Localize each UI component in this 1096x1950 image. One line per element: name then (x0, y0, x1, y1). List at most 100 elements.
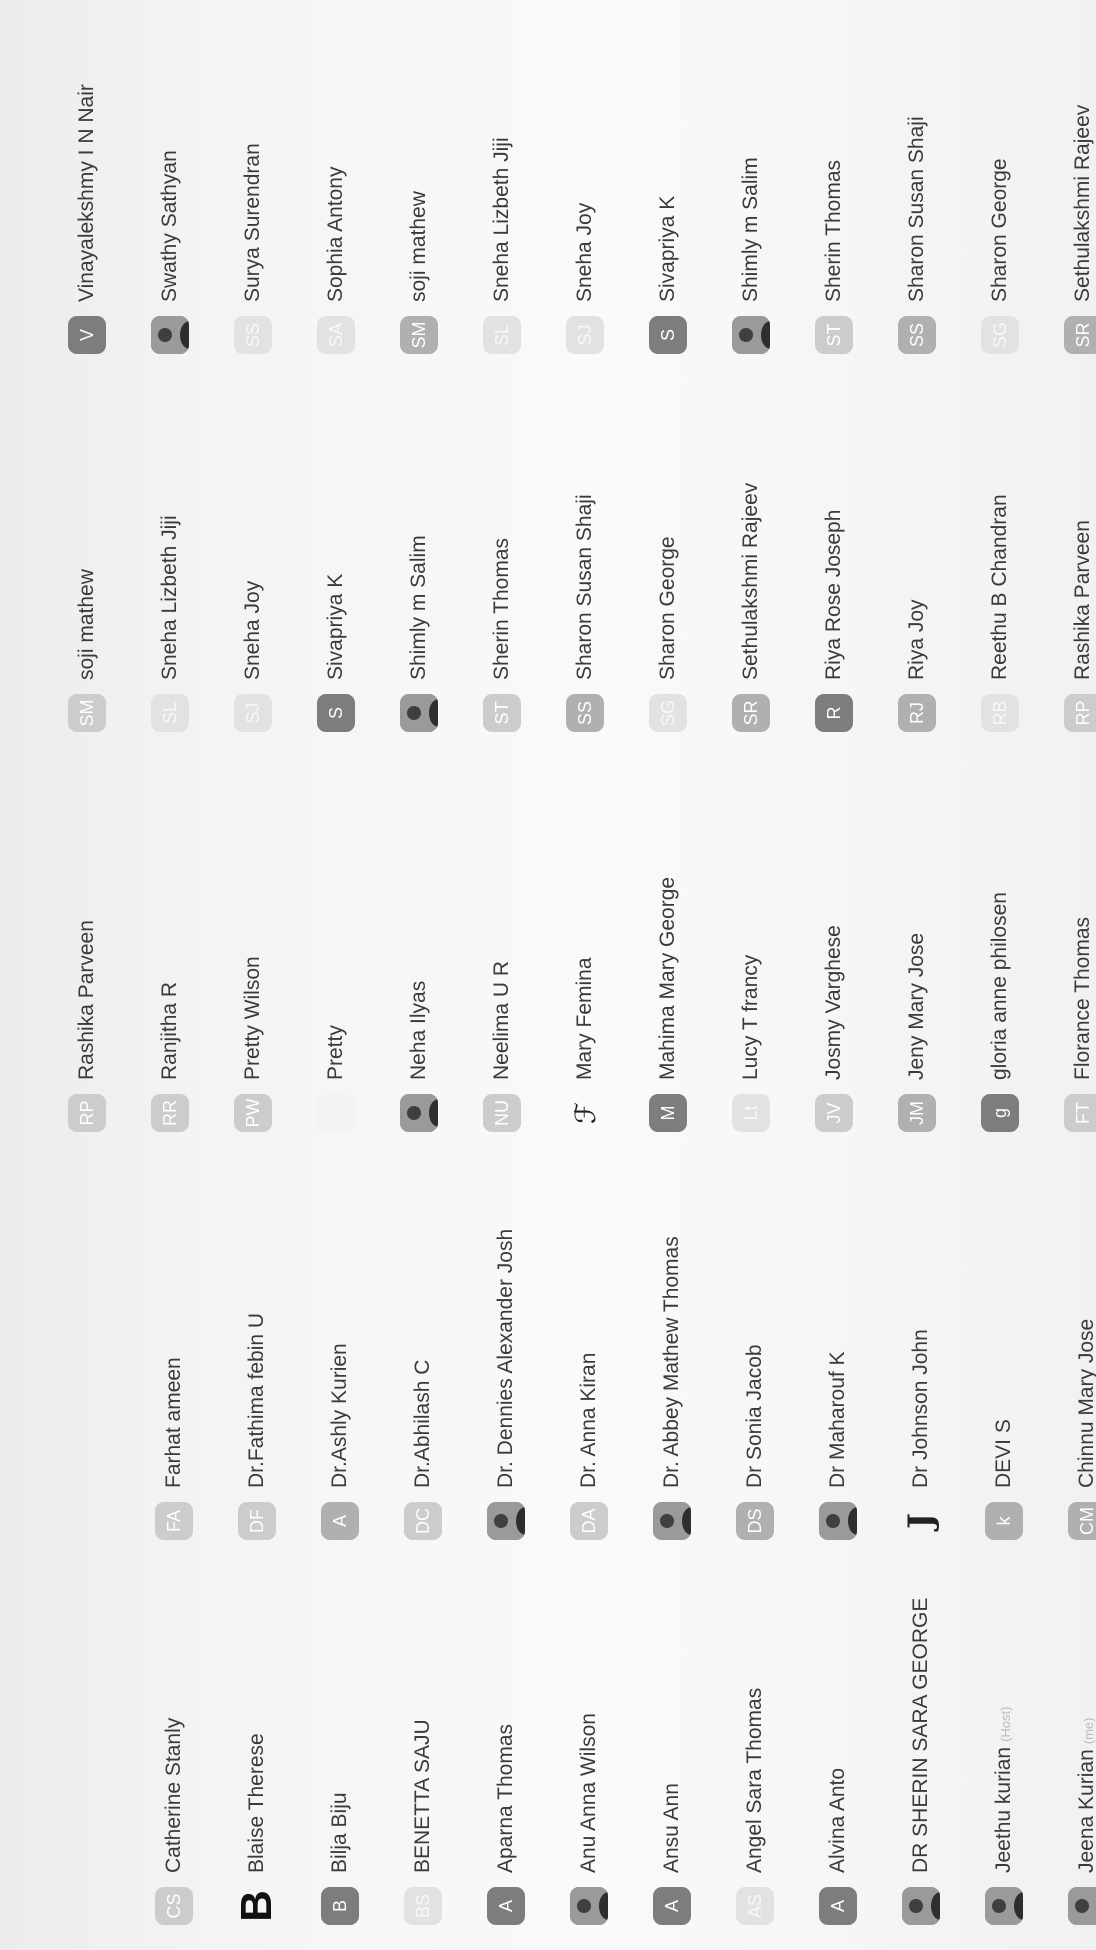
profile-photo-icon (400, 1094, 438, 1132)
participant-row[interactable]: SG Sharon George (979, 158, 1021, 354)
participant-name-text: Mahima Mary George (656, 876, 679, 1080)
participant-row[interactable]: B Bilja Biju (319, 1792, 361, 1925)
participant-row[interactable]: A Dr.Ashly Kurien (319, 1343, 361, 1540)
participant-row[interactable]: Pretty (315, 1025, 357, 1132)
participant-row[interactable]: RJ Riya Joy (896, 599, 938, 732)
participant-row[interactable]: ℱ Mary Femina (564, 957, 606, 1132)
participant-row[interactable]: SL Sneha Lizbeth Jiji (481, 137, 523, 354)
participant-row[interactable]: DS Dr Sonia Jacob (734, 1344, 776, 1540)
participant-row[interactable]: SS Surya Surendran (232, 143, 274, 354)
participant-row[interactable]: ST Sherin Thomas (481, 538, 523, 732)
participant-row[interactable]: JV Josmy Varghese (813, 925, 855, 1132)
participant-name: DR SHERIN SARA GEORGE (909, 1598, 933, 1873)
avatar: DS (736, 1502, 774, 1540)
participant-name-text: Neelima U R (490, 960, 513, 1080)
participant-row[interactable]: SJ Sneha Joy (232, 581, 274, 732)
participant-name-text: Dr. Dennies Alexander Josh (494, 1228, 517, 1488)
participant-row[interactable]: RP Rashika Parveen (1062, 520, 1096, 732)
participant-row[interactable]: NU Neelima U R (481, 961, 523, 1132)
participant-row[interactable]: DR SHERIN SARA GEORGE (900, 1598, 942, 1925)
participant-name-text: Aparna Thomas (494, 1723, 517, 1873)
participant-row[interactable]: k DEVI S (983, 1419, 1025, 1540)
profile-photo-icon (653, 1502, 691, 1540)
participant-name: Shimly m Salim (407, 535, 431, 680)
participant-row[interactable]: DA Dr. Anna Kiran (568, 1353, 610, 1540)
avatar: g (981, 1094, 1019, 1132)
participant-row[interactable]: FT Florance Thomas (1062, 917, 1096, 1132)
participant-row[interactable]: ST Sherin Thomas (813, 160, 855, 354)
participant-row[interactable]: A Ansu Ann (651, 1783, 693, 1925)
participant-row[interactable]: SR Sethulakshmi Rajeev (730, 483, 772, 732)
participant-row[interactable]: Lt Lucy T francy (730, 955, 772, 1132)
participant-name: Sneha Lizbeth Jiji (490, 137, 514, 302)
participant-row[interactable]: SS Sharon Susan Shaji (896, 116, 938, 354)
participant-row[interactable]: FA Farhat ameen (153, 1357, 195, 1540)
participant-row[interactable]: DC Dr.Abhilash C (402, 1360, 444, 1540)
avatar: A (819, 1887, 857, 1925)
participant-row[interactable]: SM soji mathew (398, 191, 440, 354)
participant-name-text: Surya Surendran (241, 143, 264, 302)
participant-row[interactable]: SL Sneha Lizbeth Jiji (149, 515, 191, 732)
participant-row[interactable]: PW Pretty Wilson (232, 956, 274, 1132)
participant-row[interactable]: SG Sharon George (647, 536, 689, 732)
participant-row[interactable]: Dr. Dennies Alexander Josh (485, 1229, 527, 1540)
participant-name-text: DR SHERIN SARA GEORGE (909, 1597, 932, 1873)
participant-row[interactable]: A Alvina Anto (817, 1768, 859, 1925)
participant-row[interactable]: AS Angel Sara Thomas (734, 1688, 776, 1925)
participant-row[interactable]: BS BENETTA SAJU (402, 1719, 444, 1925)
participant-row[interactable]: DF Dr.Fathima febin U (236, 1313, 278, 1540)
participant-row[interactable]: Shimly m Salim (398, 535, 440, 732)
participant-row[interactable]: SA Sophia Antony (315, 167, 357, 354)
participant-row[interactable]: JM Jeny Mary Jose (896, 933, 938, 1132)
participant-name-text: Angel Sara Thomas (743, 1687, 766, 1873)
participant-row[interactable]: J Dr Johnson John (900, 1329, 942, 1540)
participant-row[interactable]: SS Sharon Susan Shaji (564, 494, 606, 732)
participant-name-text: Dr. Anna Kiran (577, 1352, 600, 1488)
participant-row[interactable]: S Sivapriya K (647, 196, 689, 354)
participant-name-text: Catherine Stanly (162, 1717, 185, 1873)
participant-row[interactable]: RB Reethu B Chandran (979, 494, 1021, 732)
participant-row[interactable]: SJ Sneha Joy (564, 203, 606, 354)
participant-row[interactable]: A Aparna Thomas (485, 1724, 527, 1925)
participant-row[interactable]: Dr. Abbey Mathew Thomas (651, 1236, 693, 1540)
participant-row[interactable]: Neha Ilyas (398, 981, 440, 1132)
avatar: DC (404, 1502, 442, 1540)
participant-name-text: Alvina Anto (826, 1767, 849, 1873)
participant-row[interactable]: RR Ranjitha R (149, 982, 191, 1132)
participant-name: Angel Sara Thomas (743, 1688, 767, 1873)
participant-name: Riya Rose Joseph (822, 510, 846, 680)
avatar: SR (1064, 316, 1096, 354)
avatar: SJ (566, 316, 604, 354)
participant-row[interactable]: R Riya Rose Joseph (813, 510, 855, 732)
participant-row[interactable]: SM soji mathew (66, 569, 108, 732)
participant-name-text: Sharon George (656, 536, 679, 680)
participant-name-text: Mary Femina (573, 957, 596, 1080)
participant-row[interactable]: CM Chinnu Mary Jose (1066, 1319, 1096, 1540)
participant-name: Riya Joy (905, 599, 929, 680)
participant-row[interactable]: B Blaise Therese (236, 1733, 278, 1925)
participant-row[interactable]: Shimly m Salim (730, 157, 772, 354)
participant-name-text: Sherin Thomas (822, 159, 845, 302)
participant-row[interactable]: Swathy Sathyan (149, 150, 191, 354)
participant-row[interactable]: V Vinayalekshmy I N Nair (66, 84, 108, 354)
avatar: JV (815, 1094, 853, 1132)
avatar: A (487, 1887, 525, 1925)
participant-name: Dr.Abhilash C (411, 1360, 435, 1488)
participant-name: Shimly m Salim (739, 157, 763, 302)
participant-row[interactable]: S Sivapriya K (315, 574, 357, 732)
participant-name: Mahima Mary George (656, 877, 680, 1080)
participant-name: Aparna Thomas (494, 1724, 518, 1873)
participant-row[interactable]: Jeethu kurian (Host) (983, 1707, 1025, 1925)
participant-row[interactable]: g gloria anne philosen (979, 892, 1021, 1132)
participant-name: Dr. Abbey Mathew Thomas (660, 1236, 684, 1488)
participant-row[interactable]: M Mahima Mary George (647, 877, 689, 1132)
avatar: SS (566, 694, 604, 732)
participant-name: Josmy Varghese (822, 925, 846, 1080)
participant-row[interactable]: Jeena Kurian (me) (1066, 1718, 1096, 1925)
participant-name-text: Riya Rose Joseph (822, 509, 845, 680)
participant-row[interactable]: Anu Anna Wilson (568, 1713, 610, 1925)
participant-row[interactable]: Dr Maharouf K (817, 1351, 859, 1540)
participant-row[interactable]: CS Catherine Stanly (153, 1718, 195, 1925)
participant-row[interactable]: SR Sethulakshmi Rajeev (1062, 105, 1096, 354)
participant-row[interactable]: RP Rashika Parveen (66, 920, 108, 1132)
